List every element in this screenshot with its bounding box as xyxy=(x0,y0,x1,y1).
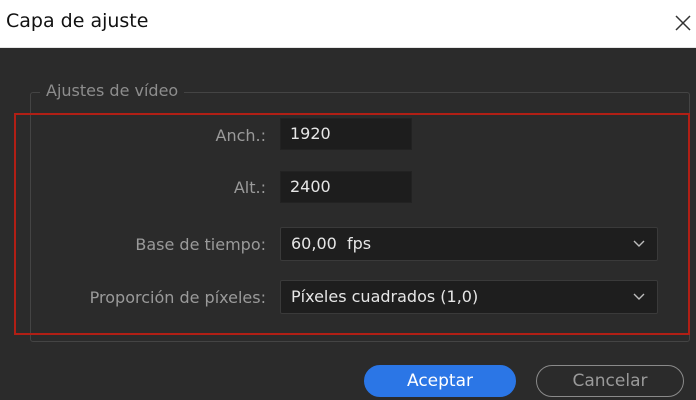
ok-button[interactable]: Aceptar xyxy=(364,365,516,397)
timebase-value: 60,00 fps xyxy=(291,234,372,253)
timebase-label: Base de tiempo: xyxy=(135,235,266,254)
dialog-title: Capa de ajuste xyxy=(6,10,149,32)
pixel-aspect-label: Proporción de píxeles: xyxy=(89,288,266,307)
timebase-select[interactable]: 60,00 fps xyxy=(280,227,658,261)
width-input[interactable]: 1920 xyxy=(280,118,412,150)
dialog-body: Ajustes de vídeo Anch.: 1920 Alt.: 2400 … xyxy=(0,48,696,400)
chevron-down-icon xyxy=(633,240,645,247)
height-label: Alt.: xyxy=(233,178,266,197)
height-input[interactable]: 2400 xyxy=(280,171,412,203)
video-settings-legend: Ajustes de vídeo xyxy=(40,81,185,100)
pixel-aspect-select[interactable]: Píxeles cuadrados (1,0) xyxy=(280,280,658,314)
pixel-aspect-value: Píxeles cuadrados (1,0) xyxy=(291,287,479,306)
close-button[interactable] xyxy=(668,4,696,40)
cancel-button[interactable]: Cancelar xyxy=(536,365,684,397)
dialog-titlebar: Capa de ajuste xyxy=(0,0,696,48)
close-icon xyxy=(675,15,691,31)
chevron-down-icon xyxy=(633,293,645,300)
width-label: Anch.: xyxy=(215,126,267,145)
